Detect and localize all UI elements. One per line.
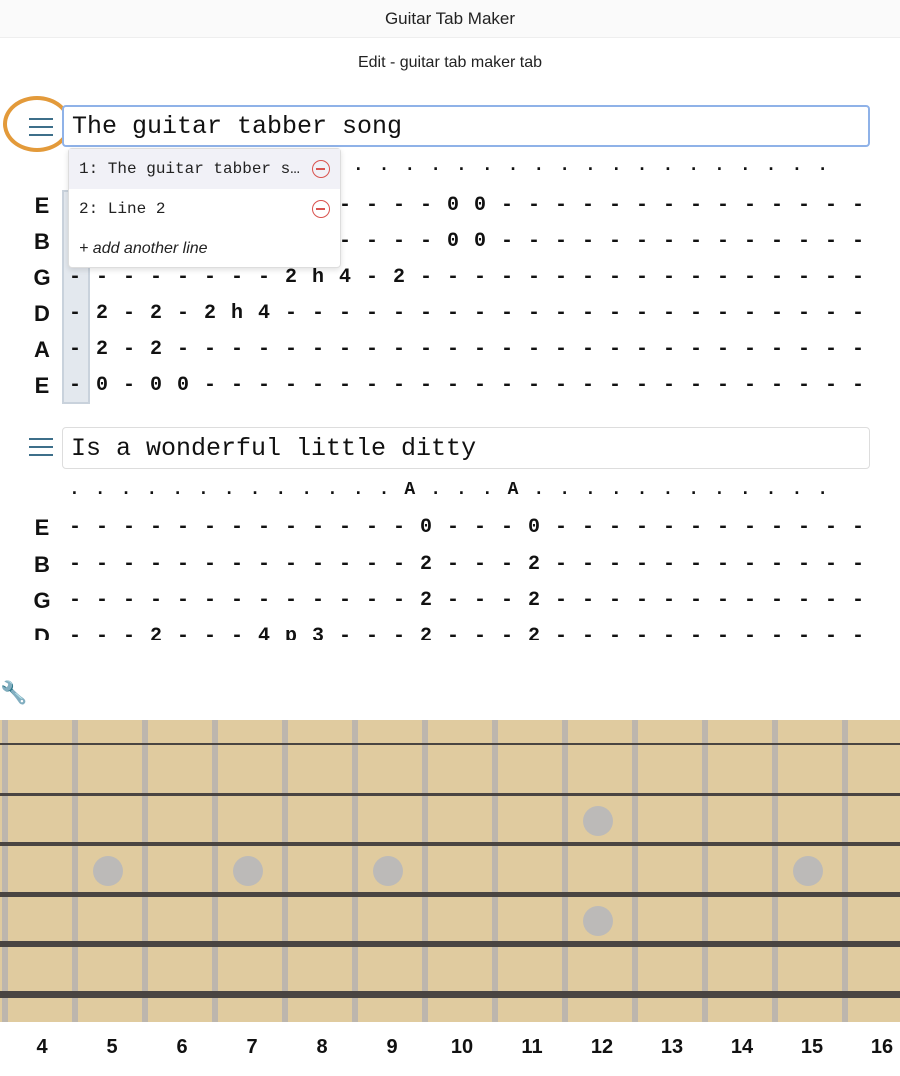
string-label: E [34, 515, 50, 540]
fret-number: 11 [521, 1036, 543, 1058]
fret-wire [422, 720, 428, 1022]
string-label: E [34, 193, 50, 218]
fret-inlay [93, 856, 123, 886]
fret-wire [772, 720, 778, 1022]
wrench-icon[interactable]: 🔧 [0, 680, 27, 706]
guitar-string[interactable] [0, 792, 900, 796]
guitar-string[interactable] [0, 891, 900, 897]
fretboard[interactable] [0, 720, 900, 1022]
add-line-button[interactable]: + add another line [69, 229, 340, 269]
tab-editor[interactable]: .............................. E -------… [0, 90, 900, 640]
tab-string-row[interactable]: ---2---4p3---2---2------------ [69, 625, 879, 640]
fret-wire [562, 720, 568, 1022]
string-label: G [33, 265, 51, 290]
guitar-string[interactable] [0, 842, 900, 846]
guitar-string[interactable] [0, 743, 900, 745]
tab-string-row[interactable]: -------------2---2------------ [69, 589, 879, 612]
tab-string-row[interactable]: -2-2-2h4---------------------- [69, 302, 879, 325]
fret-number: 9 [386, 1036, 398, 1058]
fret-number: 10 [450, 1036, 474, 1058]
fret-wire [282, 720, 288, 1022]
string-label: D [34, 301, 50, 326]
dropdown-item[interactable]: 2: Line 2 [69, 189, 340, 229]
string-label: B [34, 552, 50, 577]
fret-number: 15 [800, 1036, 824, 1058]
fret-number: 8 [316, 1036, 328, 1058]
fret-wire [632, 720, 638, 1022]
remove-icon[interactable] [312, 160, 330, 178]
fret-inlay [583, 906, 613, 936]
line-title-input[interactable] [62, 105, 870, 147]
app-title: Guitar Tab Maker [0, 0, 900, 38]
fret-inlay [583, 806, 613, 836]
fret-wire [212, 720, 218, 1022]
tab-string-row[interactable]: -0-00------------------------- [69, 374, 879, 397]
fret-number: 14 [730, 1036, 754, 1058]
tab-string-row[interactable]: -2-2-------------------------- [69, 338, 879, 361]
line-menu-button[interactable] [27, 116, 57, 140]
fret-wire [842, 720, 848, 1022]
fret-number: 16 [870, 1036, 894, 1058]
line-menu-button[interactable] [27, 436, 57, 460]
fret-number: 12 [590, 1036, 614, 1058]
fret-number: 13 [660, 1036, 684, 1058]
fret-number: 4 [36, 1036, 48, 1058]
dropdown-item[interactable]: 1: The guitar tabber s… [69, 149, 340, 189]
fret-wire [72, 720, 78, 1022]
fret-wire [492, 720, 498, 1022]
fret-number: 7 [246, 1036, 258, 1058]
guitar-string[interactable] [0, 990, 900, 998]
fret-inlay [793, 856, 823, 886]
string-label: E [34, 373, 50, 398]
fret-inlay [373, 856, 403, 886]
string-label: B [34, 229, 50, 254]
fret-wire [2, 720, 8, 1022]
line-title-input[interactable] [62, 427, 870, 469]
guitar-string[interactable] [0, 941, 900, 947]
tab-string-row[interactable]: -------------0---0------------ [69, 516, 879, 539]
fret-number: 6 [176, 1036, 188, 1058]
string-label: G [33, 588, 51, 613]
beat-marker-row[interactable]: .............A...A............ [69, 480, 843, 500]
fret-wire [702, 720, 708, 1022]
page-title: Edit - guitar tab maker tab [357, 54, 543, 71]
tab-string-row[interactable]: --------2h4-2----------------- [69, 266, 879, 289]
fret-wire [352, 720, 358, 1022]
item-label: 2: Line 2 [79, 200, 166, 218]
tab-string-row[interactable]: -------------2---2------------ [69, 553, 879, 576]
item-label: 1: The guitar tabber s… [79, 160, 300, 178]
string-label: D [34, 624, 50, 640]
string-label: A [34, 337, 50, 362]
fret-wire [142, 720, 148, 1022]
lines-dropdown: 1: The guitar tabber s… 2: Line 2 + add … [68, 148, 341, 268]
fret-inlay [233, 856, 263, 886]
fret-number: 5 [106, 1036, 118, 1058]
remove-icon[interactable] [312, 200, 330, 218]
